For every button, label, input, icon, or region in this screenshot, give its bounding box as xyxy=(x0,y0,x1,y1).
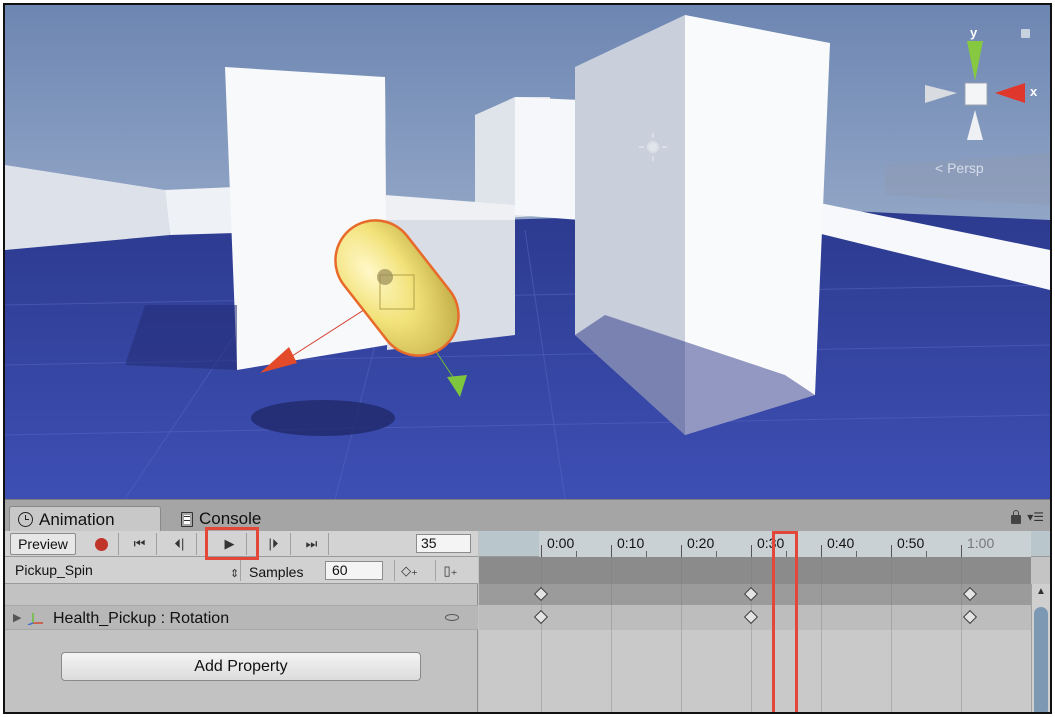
prev-keyframe-button[interactable]: ⏴| xyxy=(163,533,197,555)
grid-line xyxy=(751,557,752,712)
clip-dropdown[interactable]: Pickup_Spin ⇕ xyxy=(15,560,239,581)
tick-label: 1:00 xyxy=(967,535,995,551)
samples-input[interactable]: 60 xyxy=(325,561,383,580)
add-property-button[interactable]: Add Property xyxy=(61,652,421,681)
dropdown-arrows-icon: ⇕ xyxy=(230,568,240,580)
console-doc-icon xyxy=(181,511,193,527)
unity-editor-window: y x < Persp Animation Console ▾☰ Preview xyxy=(3,3,1052,714)
grid-line xyxy=(611,557,612,712)
panel-menu-icon[interactable]: ▾☰ xyxy=(1027,510,1044,524)
tick-major xyxy=(891,545,892,557)
time-ruler[interactable]: 0:00 0:10 0:20 0:30 0:40 0:50 1:00 xyxy=(479,531,1050,557)
dopesheet-timeline[interactable]: 0:00 0:10 0:20 0:30 0:40 0:50 1:00 ▲ xyxy=(479,531,1050,712)
add-keyframe-button[interactable]: ◇₊ xyxy=(394,560,424,581)
tick-major xyxy=(821,545,822,557)
transform-axis-icon xyxy=(27,611,45,629)
property-options-icon[interactable] xyxy=(445,614,459,621)
property-label: Health_Pickup : Rotation xyxy=(53,610,230,627)
tick-label: 0:50 xyxy=(897,535,925,551)
add-event-icon: ▯₊ xyxy=(443,562,458,578)
step-back-icon: ⏴| xyxy=(174,536,185,551)
add-event-button[interactable]: ▯₊ xyxy=(435,560,465,581)
tick-label: 0:20 xyxy=(687,535,715,551)
persp-view-label[interactable]: < Persp xyxy=(935,160,984,176)
record-button[interactable] xyxy=(85,533,119,555)
tab-animation[interactable]: Animation xyxy=(9,506,161,532)
empty-track-area[interactable] xyxy=(479,630,1031,712)
skip-start-icon: ⏮ xyxy=(133,536,146,551)
first-keyframe-button[interactable]: ⏮ xyxy=(123,533,157,555)
next-keyframe-button[interactable]: |⏵ xyxy=(257,533,291,555)
play-button-highlight xyxy=(205,527,259,560)
grid-line xyxy=(961,557,962,712)
grid-line xyxy=(891,557,892,712)
property-row[interactable]: ▶ Health_Pickup : Rotation xyxy=(5,605,478,630)
gizmo-y-label[interactable]: y xyxy=(970,25,977,40)
last-keyframe-button[interactable]: ⏭ xyxy=(295,533,329,555)
grid-line xyxy=(821,557,822,712)
preview-button[interactable]: Preview xyxy=(10,533,76,555)
lock-icon[interactable] xyxy=(1011,509,1022,524)
scrollbar-thumb[interactable] xyxy=(1034,607,1048,712)
events-row[interactable] xyxy=(479,557,1031,584)
tab-console-label: Console xyxy=(199,509,262,528)
skip-end-icon: ⏭ xyxy=(305,536,318,551)
grid-line xyxy=(681,557,682,712)
samples-label: Samples xyxy=(249,564,304,580)
tick-major xyxy=(751,545,752,557)
tab-tools: ▾☰ xyxy=(1011,509,1044,524)
scene-view[interactable]: y x < Persp xyxy=(5,5,1050,499)
persp-text[interactable]: Persp xyxy=(947,160,984,176)
tick-label: 0:10 xyxy=(617,535,645,551)
clock-icon xyxy=(18,512,33,527)
tab-animation-label: Animation xyxy=(39,509,115,529)
tick-label: 0:40 xyxy=(827,535,855,551)
expand-triangle-icon[interactable]: ▶ xyxy=(13,611,21,624)
scene-render xyxy=(5,5,1050,499)
animation-panel: Animation Console ▾☰ Preview ⏮ ⏴| ▶ |⏵ ⏭… xyxy=(5,499,1050,712)
tick-major xyxy=(611,545,612,557)
add-keyframe-icon: ◇₊ xyxy=(401,562,418,578)
grid-line xyxy=(541,557,542,712)
tick-label: 0:00 xyxy=(547,535,575,551)
tick-major xyxy=(681,545,682,557)
tick-major xyxy=(541,545,542,557)
vertical-scrollbar[interactable]: ▲ xyxy=(1031,584,1050,712)
record-icon xyxy=(95,537,108,551)
clip-name: Pickup_Spin xyxy=(15,562,93,578)
gizmo-x-label[interactable]: x xyxy=(1030,84,1037,99)
divider xyxy=(240,560,241,581)
step-forward-icon: |⏵ xyxy=(268,536,279,551)
scene-lock-icon[interactable] xyxy=(1021,29,1030,38)
clip-row: Pickup_Spin ⇕ Samples 60 ◇₊ ▯₊ xyxy=(5,557,478,584)
tab-bar: Animation Console ▾☰ xyxy=(5,499,1050,532)
frame-input[interactable]: 35 xyxy=(416,534,471,553)
playhead-highlight xyxy=(772,531,798,712)
scroll-up-arrow-icon[interactable]: ▲ xyxy=(1036,586,1046,597)
tick-major xyxy=(961,545,962,557)
